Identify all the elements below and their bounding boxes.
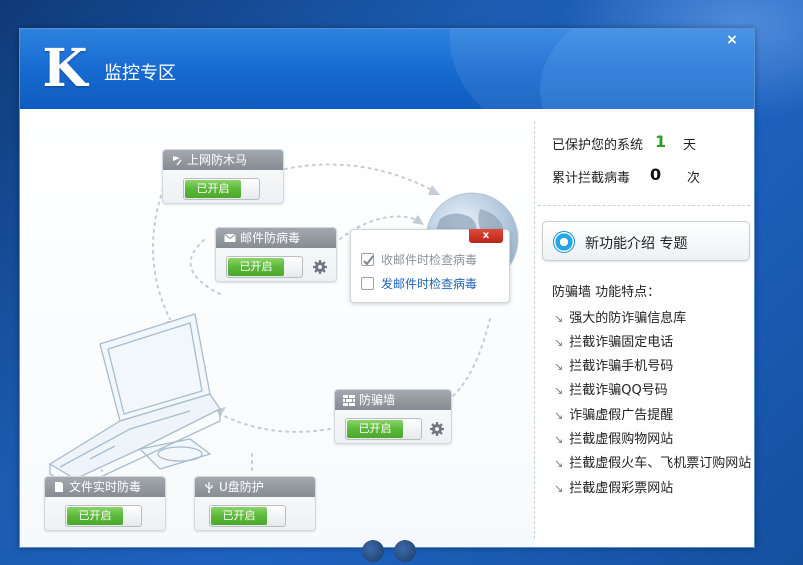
taskbar-indicator	[360, 540, 420, 565]
trojan-protection-card: 上网防木马 已开启	[162, 149, 284, 204]
feature-item-label: 拦截诈骗固定电话	[569, 335, 674, 350]
usb-card-header: U盘防护	[195, 477, 315, 497]
fraud-card-header: 防骗墙	[335, 390, 451, 410]
trojan-toggle-label: 已开启	[185, 180, 241, 198]
blocked-virus-unit: 次	[687, 171, 701, 186]
protected-days-unit: 天	[683, 138, 697, 153]
content-area: 上网防木马 已开启 邮件防病毒 已开启 x 收邮件时检查病毒 发邮件时检查病毒 …	[20, 109, 754, 547]
protected-days-stat: 已保护您的系统	[552, 134, 643, 153]
usb-icon	[205, 482, 213, 493]
feature-item[interactable]: ↘ 拦截诈骗QQ号码	[554, 379, 668, 398]
send-check-label: 发邮件时检查病毒	[381, 277, 478, 291]
checkmark-icon	[363, 255, 374, 266]
mail-toggle[interactable]: 已开启	[226, 256, 303, 278]
fraud-wall-card: 防骗墙 已开启	[334, 389, 452, 444]
connector-line	[152, 188, 171, 320]
protected-days-number: 1	[655, 132, 667, 151]
mail-protection-card: 邮件防病毒 已开启	[215, 227, 337, 282]
arrow-icon: ↘	[554, 336, 564, 349]
app-logo: K	[42, 38, 88, 99]
file-card-title: 文件实时防毒	[69, 480, 142, 494]
target-icon	[553, 231, 575, 253]
feature-item[interactable]: ↘ 诈骗虚假广告提醒	[554, 404, 673, 423]
receive-check-label: 收邮件时检查病毒	[381, 253, 478, 267]
close-button[interactable]: ×	[722, 31, 742, 49]
feature-item[interactable]: ↘ 拦截虚假火车、飞机票订购网站	[554, 452, 751, 471]
usb-protection-card: U盘防护 已开启	[194, 476, 316, 531]
mail-settings-gear-icon[interactable]	[312, 259, 328, 275]
protection-diagram: 上网防木马 已开启 邮件防病毒 已开启 x 收邮件时检查病毒 发邮件时检查病毒 …	[20, 109, 534, 547]
fraud-card-title: 防骗墙	[359, 393, 396, 407]
protected-days-prefix: 已保护您的系统	[552, 138, 644, 153]
feature-item-label: 拦截诈骗手机号码	[569, 359, 674, 374]
receive-checkbox[interactable]	[361, 253, 374, 266]
arrow-icon: ↘	[554, 482, 564, 495]
arrow-icon: ↘	[554, 409, 564, 422]
feature-item-label: 拦截虚假彩票网站	[569, 481, 674, 496]
connector-line	[284, 163, 431, 190]
feature-item-label: 拦截虚假火车、飞机票订购网站	[569, 456, 752, 471]
blocked-virus-prefix: 累计拦截病毒	[552, 171, 631, 186]
arrow-head-icon	[412, 215, 424, 225]
feature-item[interactable]: ↘ 拦截诈骗手机号码	[554, 355, 673, 374]
fraud-settings-gear-icon[interactable]	[429, 421, 445, 437]
monitor-window: K 监控专区 × 上网防木马 已开启 邮件防病毒 已开启 x 收邮件时检查病毒 …	[19, 28, 755, 548]
connector-line	[219, 413, 331, 433]
envelope-icon	[224, 233, 236, 242]
send-checkbox[interactable]	[361, 277, 374, 290]
popup-close-button[interactable]: x	[469, 229, 503, 243]
fraud-toggle[interactable]: 已开启	[345, 418, 422, 440]
panel-divider	[534, 121, 535, 539]
trojan-card-title: 上网防木马	[187, 153, 248, 167]
taskbar-dot	[394, 540, 416, 562]
document-icon	[55, 482, 63, 492]
fraud-toggle-label: 已开启	[347, 420, 403, 438]
blocked-virus-stat: 累计拦截病毒	[552, 167, 630, 186]
new-feature-label: 新功能介绍 专题	[585, 236, 688, 252]
file-toggle[interactable]: 已开启	[65, 505, 142, 527]
wall-icon	[343, 395, 355, 406]
arrow-head-icon	[428, 185, 440, 195]
feature-item-label: 强大的防诈骗信息库	[569, 311, 687, 326]
arrow-icon: ↘	[554, 360, 564, 373]
file-toggle-label: 已开启	[67, 507, 123, 525]
feature-item[interactable]: ↘ 强大的防诈骗信息库	[554, 307, 686, 326]
fraud-feature-heading: 防骗墙 功能特点：	[552, 285, 661, 300]
file-card-header: 文件实时防毒	[45, 477, 165, 497]
mail-toggle-label: 已开启	[228, 258, 284, 276]
arrow-icon: ↘	[554, 384, 564, 397]
usb-toggle-label: 已开启	[211, 507, 267, 525]
window-title: 监控专区	[104, 63, 176, 84]
feature-item[interactable]: ↘ 拦截虚假彩票网站	[554, 477, 673, 496]
trojan-toggle[interactable]: 已开启	[183, 178, 260, 200]
mail-options-popup: x 收邮件时检查病毒 发邮件时检查病毒	[350, 229, 510, 303]
file-protection-card: 文件实时防毒 已开启	[44, 476, 166, 531]
usb-toggle[interactable]: 已开启	[209, 505, 286, 527]
globe-flag-icon	[173, 156, 182, 166]
mail-card-header: 邮件防病毒	[216, 228, 336, 248]
laptop-illustration	[48, 313, 221, 490]
arrow-icon: ↘	[554, 457, 564, 470]
usb-card-title: U盘防护	[219, 480, 264, 494]
title-bar: K 监控专区 ×	[20, 29, 754, 109]
arrow-icon: ↘	[554, 312, 564, 325]
trojan-card-header: 上网防木马	[163, 150, 283, 170]
stats-separator	[538, 205, 750, 206]
feature-item[interactable]: ↘ 拦截虚假购物网站	[554, 428, 673, 447]
arrow-icon: ↘	[554, 433, 564, 446]
feature-item-label: 拦截虚假购物网站	[569, 432, 674, 447]
feature-item-label: 拦截诈骗QQ号码	[569, 383, 668, 398]
feature-item-label: 诈骗虚假广告提醒	[569, 408, 674, 423]
new-feature-button[interactable]: 新功能介绍 专题	[542, 221, 750, 261]
feature-item[interactable]: ↘ 拦截诈骗固定电话	[554, 331, 673, 350]
blocked-virus-count: 0	[650, 165, 662, 184]
taskbar-dot	[362, 540, 384, 562]
mail-card-title: 邮件防病毒	[240, 231, 301, 245]
